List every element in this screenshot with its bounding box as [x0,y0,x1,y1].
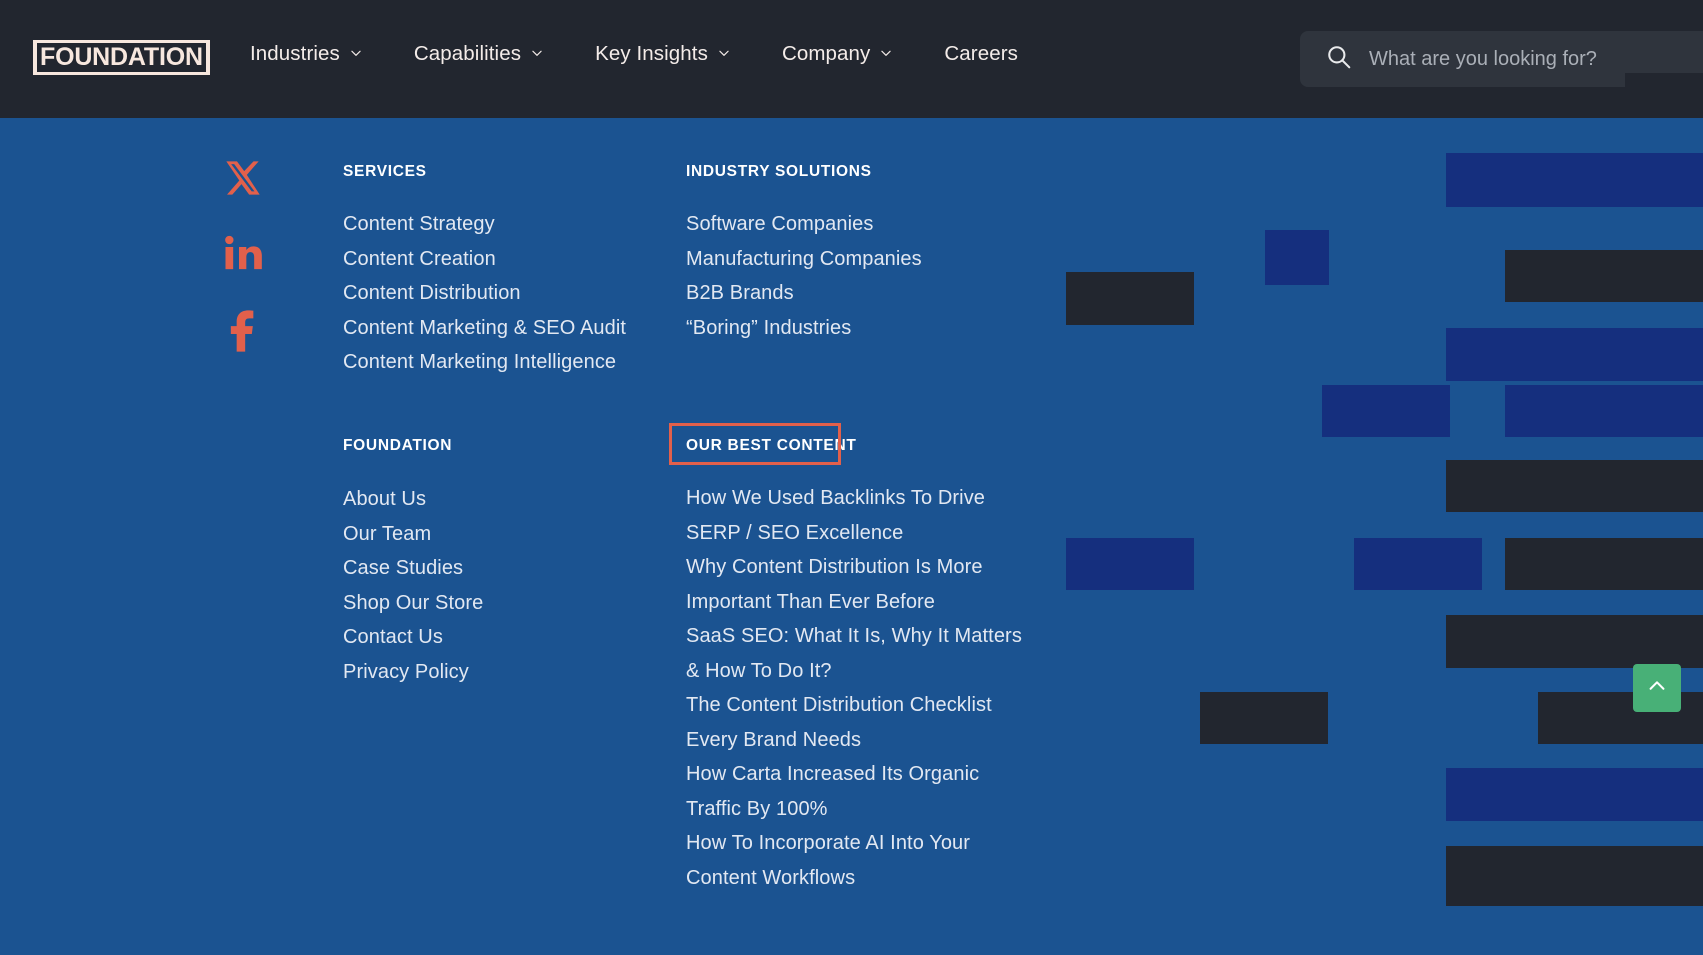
footer-link[interactable]: Every Brand Needs [686,729,1022,752]
nav-item-careers[interactable]: Careers [944,42,1018,66]
footer-link[interactable]: Traffic By 100% [686,798,1022,821]
search-icon [1326,44,1352,75]
footer-link[interactable]: Our Team [343,523,483,546]
footer-link[interactable]: Content Marketing & SEO Audit [343,317,626,340]
main-nav: Industries Capabilities Key Insights Compan… [250,42,1070,66]
facebook-icon[interactable] [222,308,262,357]
footer-link[interactable]: SERP / SEO Excellence [686,522,1022,545]
footer-link[interactable]: Content Marketing Intelligence [343,351,626,374]
footer-link[interactable]: “Boring” Industries [686,317,922,340]
footer-link[interactable]: SaaS SEO: What It Is, Why It Matters [686,625,1022,648]
column-heading-foundation: FOUNDATION [343,437,453,454]
industry-solutions-link-list: Software Companies Manufacturing Companie… [686,213,922,340]
linkedin-icon[interactable] [222,233,262,278]
footer-column-services: SERVICES Content Strategy Content Creatio… [343,163,626,386]
services-link-list: Content Strategy Content Creation Content … [343,213,626,374]
footer-column-foundation: FOUNDATION About Us Our Team Case Studies S… [343,437,483,695]
footer-link[interactable]: How To Incorporate AI Into Your [686,832,1022,855]
x-twitter-icon[interactable] [222,158,262,203]
search-input[interactable] [1369,47,1669,71]
footer-link[interactable]: The Content Distribution Checklist [686,694,1022,717]
footer-column-industry-solutions: INDUSTRY SOLUTIONS Software Companies Man… [686,163,922,351]
chevron-down-icon [530,46,543,59]
nav-item-label: Key Insights [595,42,708,65]
footer-link[interactable]: & How To Do It? [686,660,1022,683]
chevron-down-icon [717,46,730,59]
footer-link[interactable]: Case Studies [343,557,483,580]
footer-link[interactable]: Content Strategy [343,213,626,236]
chevron-up-icon [1646,675,1668,702]
column-heading-industry-solutions: INDUSTRY SOLUTIONS [686,163,872,180]
footer-link[interactable]: Content Distribution [343,282,626,305]
nav-item-label: Capabilities [413,42,522,65]
footer-link[interactable]: How We Used Backlinks To Drive [686,487,1022,510]
foundation-link-list: About Us Our Team Case Studies Shop Our Sto… [343,488,483,684]
footer-link[interactable]: How Carta Increased Its Organic [686,763,1022,786]
nav-item-key-insights[interactable]: Key Insights [595,42,730,66]
footer-column-our-best-content: OUR BEST CONTENT How We Used Backlinks T… [686,437,1022,901]
scroll-to-top-button[interactable] [1633,664,1681,712]
footer-link[interactable]: B2B Brands [686,282,922,305]
column-heading-our-best-content: OUR BEST CONTENT [686,437,857,454]
chevron-down-icon [879,46,892,59]
footer-region: SERVICES Content Strategy Content Creatio… [0,118,1703,955]
footer-link[interactable]: Important Than Ever Before [686,591,1022,614]
footer-link[interactable]: About Us [343,488,483,511]
nav-item-industries[interactable]: Industries [250,42,362,66]
footer-link[interactable]: Contact Us [343,626,483,649]
nav-item-label: Careers [944,42,1019,65]
site-logo[interactable]: FOUNDATION [33,40,210,75]
our-best-content-link-list: How We Used Backlinks To Drive SERP / SEO… [686,487,1022,890]
nav-item-company[interactable]: Company [782,42,892,66]
nav-item-label: Industries [250,42,340,65]
footer-link[interactable]: Content Workflows [686,867,1022,890]
decor-notch-block [1264,88,1330,118]
column-heading-services: SERVICES [343,163,427,180]
footer-link[interactable]: Software Companies [686,213,922,236]
footer-link[interactable]: Content Creation [343,248,626,271]
footer-link[interactable]: Why Content Distribution Is More [686,556,1022,579]
chevron-down-icon [349,46,362,59]
decor-notch-block [1625,73,1703,118]
footer-link[interactable]: Manufacturing Companies [686,248,922,271]
nav-item-capabilities[interactable]: Capabilities [414,42,543,66]
footer-link[interactable]: Privacy Policy [343,661,483,684]
nav-item-label: Company [781,42,871,65]
page-root: SERVICES Content Strategy Content Creatio… [0,0,1703,955]
social-links [222,158,262,387]
decor-notch-block [1446,88,1507,118]
footer-link[interactable]: Shop Our Store [343,592,483,615]
